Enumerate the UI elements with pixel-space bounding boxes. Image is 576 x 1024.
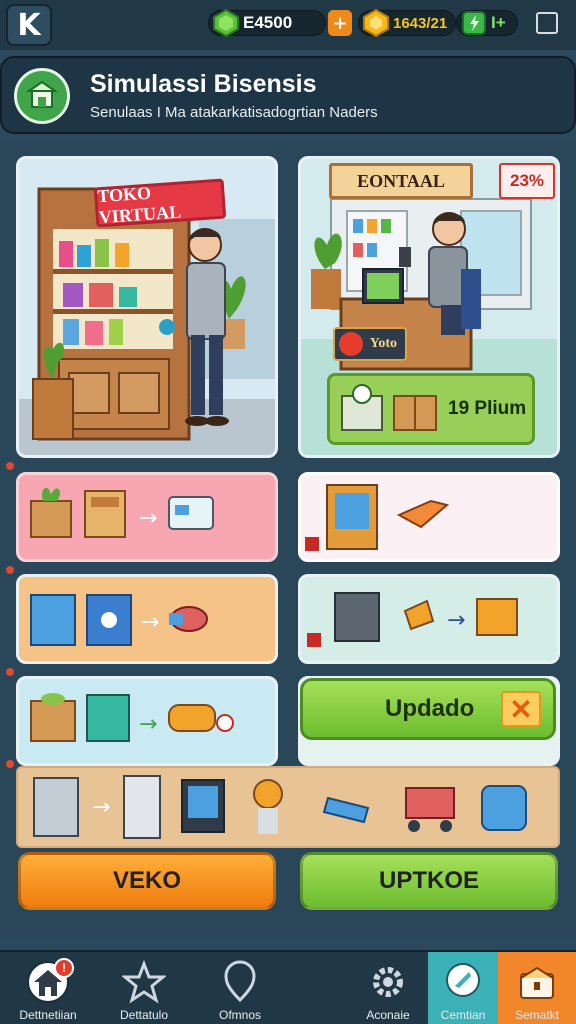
energy-icon — [462, 11, 486, 35]
cube-to-tool-icon: → — [30, 594, 208, 646]
update-button[interactable]: Updado ✕ — [300, 678, 556, 740]
gems-value: 1643/21 — [393, 14, 448, 32]
package-to-roll-icon: → — [30, 693, 234, 742]
back-button[interactable]: K — [6, 4, 52, 46]
nav-label-settings: Aconaie — [366, 1008, 410, 1022]
nav-label-favorites: Dettatulo — [119, 1008, 169, 1022]
items-strip: → — [16, 766, 560, 848]
yoto-badge: Yoto — [333, 327, 407, 361]
nav-item-settings[interactable]: Aconaie — [348, 952, 428, 1024]
nav-label-home: Dettnetiian — [19, 1008, 77, 1022]
nav-item-shop[interactable]: Sematkt — [498, 952, 576, 1024]
energy-value: I+ — [491, 13, 506, 32]
cart-to-tool-icon: → — [307, 592, 518, 647]
coin-icon — [213, 8, 239, 38]
window-toggle-icon[interactable] — [536, 12, 558, 34]
box-to-card-icon: → — [30, 487, 214, 538]
items-strip-icons: → — [33, 775, 527, 839]
office-sign: EONTAAL — [329, 163, 473, 199]
gear-icon — [373, 967, 403, 997]
scroll-indicator-dot — [6, 566, 14, 574]
coins-counter: E4500 — [208, 8, 326, 38]
process-card-1[interactable]: → — [16, 472, 278, 562]
close-x-icon: ✕ — [501, 691, 541, 727]
scroll-indicator-dot — [6, 760, 14, 768]
virtual-store-card[interactable]: TOKO VIRTUAL — [16, 156, 278, 458]
svg-text:→: → — [139, 712, 157, 737]
process-card-3[interactable]: → — [16, 574, 278, 664]
coins-value: E4500 — [243, 13, 293, 32]
yoto-badge-label: Yoto — [369, 336, 397, 351]
chat-icon — [446, 963, 480, 997]
plan-items-icon — [341, 384, 437, 431]
gem-icon — [363, 8, 389, 38]
energy-counter: I+ — [456, 10, 518, 36]
plan-label: 19 Plium — [448, 398, 527, 419]
top-bar: K E4500 + 1643/21 I+ — [0, 0, 576, 50]
update-button-label: Updado — [385, 695, 475, 722]
office-card[interactable]: EONTAAL 23% Yoto 19 Plium — [298, 156, 560, 458]
discount-tag: 23% — [499, 163, 555, 199]
svg-text:→: → — [92, 795, 110, 820]
nav-item-chat[interactable]: Cemtian — [428, 952, 498, 1024]
star-icon — [122, 960, 166, 1004]
brand-logo-icon — [339, 332, 363, 356]
page-subtitle: Senulaas I Ma atakarkatisadogrtian Nader… — [90, 104, 378, 121]
plan-box[interactable]: 19 Plium — [327, 373, 535, 445]
nav-label-chat: Cemtian — [440, 1008, 486, 1022]
chest-icon — [520, 966, 554, 999]
svg-text:→: → — [447, 608, 465, 633]
process-card-5[interactable]: → — [16, 676, 278, 766]
uptkoe-button[interactable]: UPTKOE — [300, 852, 558, 910]
nav-item-home[interactable]: Dettnetiian ! — [0, 952, 96, 1024]
process-card-2[interactable] — [298, 472, 560, 562]
veko-button[interactable]: VEKO — [18, 852, 276, 910]
nav-item-favorites[interactable]: Dettatulo — [96, 952, 192, 1024]
scroll-indicator-dot — [6, 462, 14, 470]
nav-item-location[interactable]: Ofmnos — [192, 952, 288, 1024]
shield-icon — [224, 960, 256, 1003]
gems-counter: 1643/21 — [358, 8, 456, 38]
nav-label-location: Ofmnos — [218, 1008, 261, 1022]
machine-to-tool-icon — [305, 484, 450, 551]
store-sign: TOKO VIRTUAL — [93, 178, 227, 228]
page-title: Simulassi Bisensis — [90, 70, 317, 98]
nav-label-shop: Sematkt — [514, 1008, 559, 1022]
process-card-4[interactable]: → — [298, 574, 560, 664]
game-header: Simulassi Bisensis Senulaas I Ma atakark… — [0, 56, 576, 134]
svg-text:→: → — [139, 506, 157, 531]
bottom-nav: Dettnetiian ! Dettatulo Ofmnos Aconaie C… — [0, 950, 576, 1024]
scroll-indicator-dot — [6, 668, 14, 676]
svg-text:→: → — [141, 610, 159, 635]
add-coins-button[interactable]: + — [328, 10, 352, 36]
notification-badge: ! — [54, 958, 74, 978]
shop-logo-icon — [14, 68, 70, 124]
